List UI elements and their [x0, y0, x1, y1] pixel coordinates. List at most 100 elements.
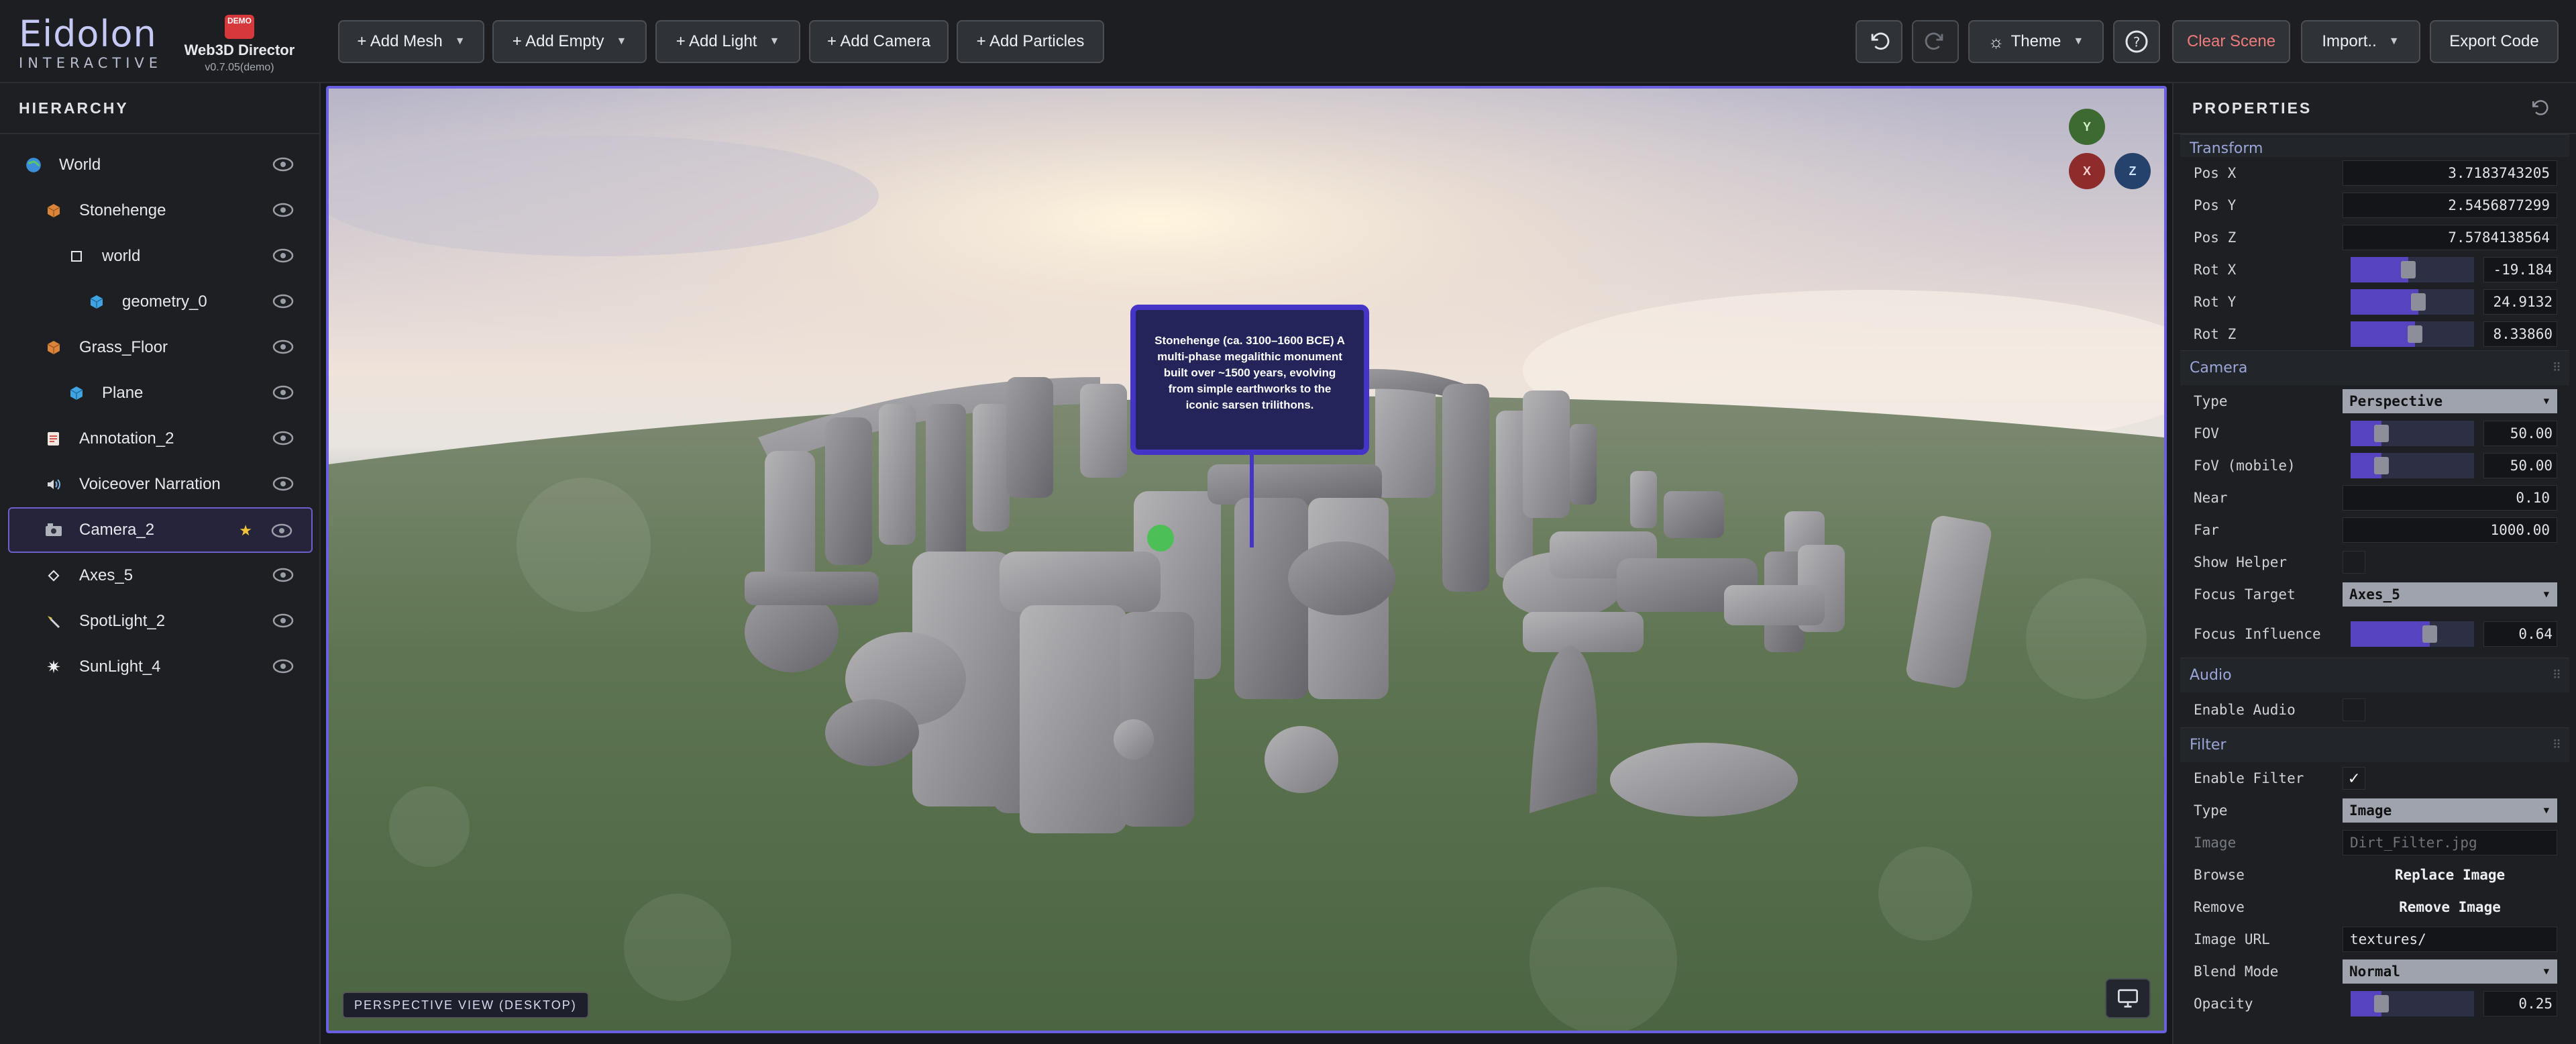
gizmo-x-axis[interactable]: X	[2069, 153, 2105, 189]
rot-x-slider[interactable]	[2351, 257, 2474, 282]
fov-mobile-input[interactable]: 50.00	[2483, 453, 2557, 478]
near-input[interactable]: 0.10	[2343, 485, 2557, 511]
rot-z-input[interactable]: 8.33860	[2483, 321, 2557, 347]
eye-icon[interactable]	[272, 248, 294, 263]
add-camera-button[interactable]: + Add Camera	[809, 20, 949, 63]
tree-item-label: Grass_Floor	[79, 338, 168, 356]
opacity-slider[interactable]	[2351, 991, 2474, 1016]
section-filter[interactable]: Filter ⠿	[2180, 727, 2569, 762]
eye-icon[interactable]	[272, 659, 294, 674]
rot-x-input[interactable]: -19.184	[2483, 257, 2557, 282]
tree-item-voiceover[interactable]: Voiceover Narration	[0, 462, 321, 507]
focus-influence-slider[interactable]	[2351, 621, 2474, 647]
rot-y-input[interactable]: 24.9132	[2483, 289, 2557, 315]
clear-scene-button[interactable]: Clear Scene	[2172, 20, 2290, 63]
drag-handle-icon[interactable]: ⠿	[2553, 668, 2561, 682]
prop-label: Browse	[2194, 867, 2245, 883]
slider-handle[interactable]	[2374, 425, 2389, 442]
pos-z-input[interactable]: 7.5784138564	[2343, 225, 2557, 250]
properties-header: PROPERTIES	[2174, 83, 2576, 134]
fov-slider[interactable]	[2351, 421, 2474, 446]
focus-influence-input[interactable]: 0.64	[2483, 621, 2557, 647]
far-input[interactable]: 1000.00	[2343, 517, 2557, 543]
help-button[interactable]: ?	[2113, 20, 2160, 63]
show-helper-checkbox[interactable]	[2343, 551, 2365, 574]
rot-z-slider[interactable]	[2351, 321, 2474, 347]
enable-filter-checkbox[interactable]: ✓	[2343, 767, 2365, 790]
tree-item-axes[interactable]: Axes_5	[0, 553, 321, 598]
chevron-down-icon: ▼	[2543, 589, 2549, 600]
export-code-button[interactable]: Export Code	[2430, 20, 2559, 63]
import-button[interactable]: Import.. ▼	[2301, 20, 2420, 63]
section-transform[interactable]: Transform	[2180, 134, 2569, 157]
model-icon	[44, 201, 63, 220]
pos-y-input[interactable]: 2.5456877299	[2343, 193, 2557, 218]
slider-handle[interactable]	[2374, 457, 2389, 474]
replace-image-button[interactable]: Replace Image	[2343, 867, 2557, 883]
eye-icon[interactable]	[272, 476, 294, 491]
slider-handle[interactable]	[2407, 325, 2422, 343]
image-url-input[interactable]: textures/	[2343, 927, 2557, 952]
prop-label: Focus Target	[2194, 586, 2296, 603]
undo-button[interactable]	[1856, 20, 1902, 63]
gizmo-z-axis[interactable]: Z	[2114, 153, 2151, 189]
eye-icon[interactable]	[272, 294, 294, 309]
import-label: Import..	[2322, 32, 2377, 50]
prop-far: Far 1000.00	[2180, 514, 2569, 546]
prop-label: Enable Audio	[2194, 702, 2296, 718]
tree-item-spotlight[interactable]: SpotLight_2	[0, 598, 321, 644]
eye-icon[interactable]	[272, 385, 294, 400]
pos-x-input[interactable]: 3.7183743205	[2343, 160, 2557, 186]
filter-type-select[interactable]: Image ▼	[2343, 798, 2557, 823]
fov-input[interactable]: 50.00	[2483, 421, 2557, 446]
opacity-input[interactable]: 0.25	[2483, 991, 2557, 1016]
tree-item-camera[interactable]: Camera_2 ★	[8, 507, 313, 553]
tree-item-sunlight[interactable]: ✷ SunLight_4	[0, 644, 321, 690]
tree-item-annotation[interactable]: Annotation_2	[0, 416, 321, 462]
section-camera[interactable]: Camera ⠿	[2180, 350, 2569, 385]
add-light-button[interactable]: + Add Light ▼	[655, 20, 800, 63]
screen-toggle-button[interactable]	[2105, 978, 2151, 1019]
blend-mode-select[interactable]: Normal ▼	[2343, 959, 2557, 984]
section-audio[interactable]: Audio ⠿	[2180, 658, 2569, 692]
add-empty-button[interactable]: + Add Empty ▼	[492, 20, 647, 63]
camera-type-select[interactable]: Perspective ▼	[2343, 389, 2557, 413]
slider-handle[interactable]	[2401, 261, 2416, 278]
tree-item-plane[interactable]: Plane	[0, 370, 321, 416]
redo-button[interactable]	[1912, 20, 1959, 63]
slider-handle[interactable]	[2422, 625, 2437, 643]
prop-rot-y: Rot Y 24.9132	[2180, 286, 2569, 318]
gizmo-y-axis[interactable]: Y	[2069, 109, 2105, 145]
eye-icon[interactable]	[272, 157, 294, 172]
reset-icon[interactable]	[2529, 98, 2549, 118]
remove-image-button[interactable]: Remove Image	[2343, 899, 2557, 915]
focus-target-select[interactable]: Axes_5 ▼	[2343, 582, 2557, 607]
tree-item-geometry[interactable]: geometry_0	[0, 279, 321, 325]
properties-title: PROPERTIES	[2192, 99, 2312, 117]
drag-handle-icon[interactable]: ⠿	[2553, 738, 2561, 752]
annotation-popup[interactable]: Stonehenge (ca. 3100–1600 BCE) A multi-p…	[1130, 305, 1369, 547]
enable-audio-checkbox[interactable]	[2343, 698, 2365, 721]
tree-item-label: SunLight_4	[79, 658, 161, 676]
eye-icon[interactable]	[271, 523, 292, 538]
slider-handle[interactable]	[2411, 293, 2426, 311]
prop-focus-influence: Focus Influence 0.64	[2180, 611, 2569, 658]
eye-icon[interactable]	[272, 203, 294, 217]
rot-y-slider[interactable]	[2351, 289, 2474, 315]
eye-icon[interactable]	[272, 340, 294, 354]
eye-icon[interactable]	[272, 613, 294, 628]
scene-viewport[interactable]: Stonehenge (ca. 3100–1600 BCE) A multi-p…	[326, 86, 2167, 1033]
slider-handle[interactable]	[2374, 995, 2389, 1012]
tree-item-world[interactable]: World	[0, 142, 321, 188]
tree-item-world-empty[interactable]: world	[0, 233, 321, 279]
fov-mobile-slider[interactable]	[2351, 453, 2474, 478]
tree-item-grass-floor[interactable]: Grass_Floor	[0, 325, 321, 370]
tree-item-stonehenge[interactable]: Stonehenge	[0, 188, 321, 233]
eye-icon[interactable]	[272, 568, 294, 582]
add-mesh-button[interactable]: + Add Mesh ▼	[338, 20, 484, 63]
add-particles-button[interactable]: + Add Particles	[957, 20, 1104, 63]
prop-fov: FOV 50.00	[2180, 417, 2569, 450]
drag-handle-icon[interactable]: ⠿	[2553, 361, 2561, 375]
eye-icon[interactable]	[272, 431, 294, 446]
theme-button[interactable]: ☼ Theme ▼	[1968, 20, 2104, 63]
